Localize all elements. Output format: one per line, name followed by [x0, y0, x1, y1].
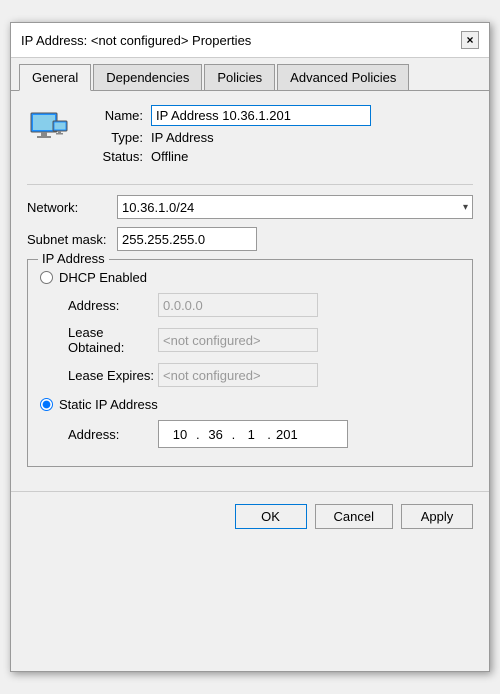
ip-dot-3: .	[267, 427, 271, 442]
apply-button[interactable]: Apply	[401, 504, 473, 529]
status-label: Status:	[83, 149, 143, 164]
lease-expires-input	[158, 363, 318, 387]
status-value: Offline	[151, 149, 188, 164]
content-area: Name: Type: IP Address Status: Offline N…	[11, 91, 489, 481]
ip-octet-1[interactable]	[165, 427, 195, 442]
lease-expires-label: Lease Expires:	[68, 368, 158, 383]
network-label: Network:	[27, 200, 117, 215]
static-label: Static IP Address	[59, 397, 158, 412]
ok-button[interactable]: OK	[235, 504, 307, 529]
resource-header: Name: Type: IP Address Status: Offline	[27, 105, 473, 168]
computer-network-icon	[27, 105, 71, 149]
ip-octet-3[interactable]	[236, 427, 266, 442]
name-row: Name:	[83, 105, 473, 126]
ip-octet-4[interactable]	[272, 427, 302, 442]
static-radio[interactable]	[40, 398, 53, 411]
network-value: 10.36.1.0/24	[122, 200, 194, 215]
subnet-input[interactable]	[117, 227, 257, 251]
chevron-down-icon: ▾	[463, 202, 468, 213]
subnet-label: Subnet mask:	[27, 232, 117, 247]
status-row: Status: Offline	[83, 149, 473, 164]
ip-input-group[interactable]: . . .	[158, 420, 348, 448]
network-row: Network: 10.36.1.0/24 ▾	[27, 195, 473, 219]
lease-obtained-row: Lease Obtained:	[68, 325, 460, 355]
bottom-bar: OK Cancel Apply	[11, 491, 489, 541]
ip-address-group: IP Address DHCP Enabled Address: Lease O…	[27, 259, 473, 467]
type-row: Type: IP Address	[83, 130, 473, 145]
dialog: IP Address: <not configured> Properties …	[10, 22, 490, 672]
dhcp-radio-row: DHCP Enabled	[40, 270, 460, 285]
tab-general[interactable]: General	[19, 64, 91, 91]
dhcp-fields: Address: Lease Obtained: Lease Expires:	[68, 293, 460, 387]
dhcp-address-row: Address:	[68, 293, 460, 317]
resource-icon	[27, 105, 71, 149]
static-address-label: Address:	[68, 427, 158, 442]
dhcp-label: DHCP Enabled	[59, 270, 147, 285]
ip-dot-2: .	[232, 427, 236, 442]
static-radio-row: Static IP Address	[40, 397, 460, 412]
group-label: IP Address	[38, 251, 109, 266]
ip-dot-1: .	[196, 427, 200, 442]
cancel-button[interactable]: Cancel	[315, 504, 393, 529]
name-label: Name:	[83, 108, 143, 123]
lease-obtained-input	[158, 328, 318, 352]
type-label: Type:	[83, 130, 143, 145]
dhcp-address-label: Address:	[68, 298, 158, 313]
static-fields: Address: . . .	[68, 420, 460, 448]
static-address-row: Address: . . .	[68, 420, 460, 448]
tab-bar: General Dependencies Policies Advanced P…	[11, 58, 489, 91]
ip-octet-2[interactable]	[201, 427, 231, 442]
lease-expires-row: Lease Expires:	[68, 363, 460, 387]
tab-policies[interactable]: Policies	[204, 64, 275, 90]
close-button[interactable]: ×	[461, 31, 479, 49]
lease-obtained-label: Lease Obtained:	[68, 325, 158, 355]
network-dropdown[interactable]: 10.36.1.0/24 ▾	[117, 195, 473, 219]
type-value: IP Address	[151, 130, 214, 145]
subnet-row: Subnet mask:	[27, 227, 473, 251]
dhcp-address-input	[158, 293, 318, 317]
resource-fields: Name: Type: IP Address Status: Offline	[83, 105, 473, 168]
tab-advanced-policies[interactable]: Advanced Policies	[277, 64, 409, 90]
name-input[interactable]	[151, 105, 371, 126]
dhcp-radio[interactable]	[40, 271, 53, 284]
tab-dependencies[interactable]: Dependencies	[93, 64, 202, 90]
dialog-title: IP Address: <not configured> Properties	[21, 33, 251, 48]
separator-1	[27, 184, 473, 185]
title-bar: IP Address: <not configured> Properties …	[11, 23, 489, 58]
